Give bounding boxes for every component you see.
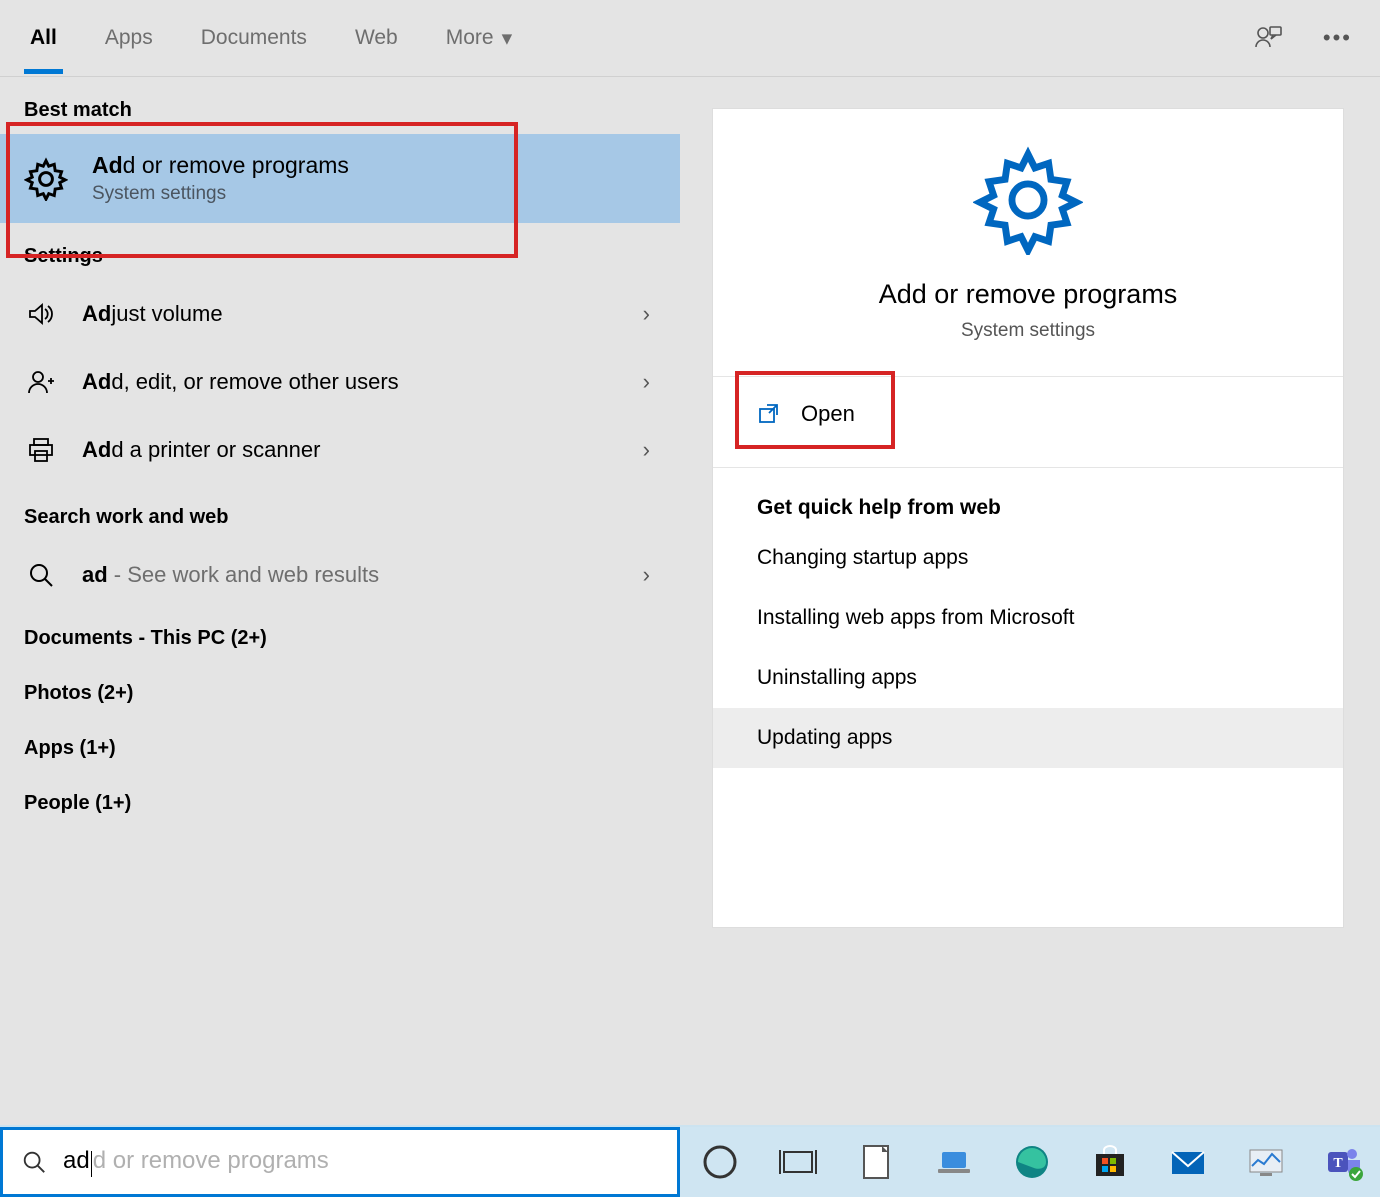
gear-icon-large	[973, 145, 1083, 255]
taskbar-icon-monitor[interactable]	[1246, 1142, 1286, 1182]
chevron-right-icon: ›	[643, 437, 650, 463]
search-text: add or remove programs	[63, 1147, 329, 1177]
results-column: Best match Add or remove programs System…	[0, 77, 680, 1125]
section-search-web: Search work and web	[0, 484, 680, 541]
quick-help-header: Get quick help from web	[757, 496, 1299, 520]
section-apps[interactable]: Apps (1+)	[0, 719, 680, 774]
section-best-match: Best match	[0, 77, 680, 134]
quick-link-updating[interactable]: Updating apps	[713, 708, 1343, 768]
tab-all[interactable]: All	[28, 2, 59, 74]
web-search-row[interactable]: ad - See work and web results ›	[0, 541, 680, 609]
taskbar-icon-libreoffice[interactable]	[856, 1142, 896, 1182]
search-icon	[24, 561, 58, 589]
search-filter-tabbar: All Apps Documents Web More▾ •••	[0, 0, 1380, 77]
chevron-right-icon: ›	[643, 301, 650, 327]
chevron-right-icon: ›	[643, 562, 650, 588]
more-options-icon[interactable]: •••	[1323, 25, 1352, 51]
svg-text:T: T	[1333, 1156, 1343, 1171]
user-add-icon	[24, 367, 58, 397]
detail-title: Add or remove programs	[879, 279, 1178, 310]
volume-icon	[24, 299, 58, 329]
taskbar-icon-teams[interactable]: T	[1324, 1142, 1364, 1182]
search-panel: All Apps Documents Web More▾ ••• Best ma…	[0, 0, 1380, 1125]
open-button[interactable]: Open	[713, 377, 1343, 451]
tab-more[interactable]: More▾	[444, 2, 514, 75]
taskbar-icon-mail[interactable]	[1168, 1142, 1208, 1182]
best-match-title: Add or remove programs	[92, 152, 349, 179]
tab-web[interactable]: Web	[353, 2, 400, 74]
taskbar-icon-cortana[interactable]	[700, 1142, 740, 1182]
section-documents[interactable]: Documents - This PC (2+)	[0, 609, 680, 664]
taskbar-search-box[interactable]: add or remove programs	[0, 1127, 680, 1197]
gear-icon	[24, 157, 68, 201]
setting-printer[interactable]: Add a printer or scanner ›	[0, 416, 680, 484]
best-match-result[interactable]: Add or remove programs System settings	[0, 134, 680, 223]
taskbar-icon-store[interactable]	[1090, 1142, 1130, 1182]
quick-link-startup[interactable]: Changing startup apps	[713, 528, 1343, 588]
chevron-right-icon: ›	[643, 369, 650, 395]
setting-adjust-volume[interactable]: Adjust volume ›	[0, 280, 680, 348]
search-icon	[21, 1149, 47, 1175]
section-people[interactable]: People (1+)	[0, 774, 680, 829]
taskbar-icon-laptop[interactable]	[934, 1142, 974, 1182]
tab-documents[interactable]: Documents	[199, 2, 309, 74]
detail-subtitle: System settings	[961, 320, 1095, 342]
section-settings: Settings	[0, 223, 680, 280]
best-match-subtitle: System settings	[92, 183, 349, 205]
quick-link-webapps[interactable]: Installing web apps from Microsoft	[713, 588, 1343, 648]
open-icon	[757, 402, 781, 426]
chevron-down-icon: ▾	[502, 26, 513, 51]
taskbar-icon-taskview[interactable]	[778, 1142, 818, 1182]
setting-users[interactable]: Add, edit, or remove other users ›	[0, 348, 680, 416]
feedback-icon[interactable]	[1253, 23, 1283, 53]
taskbar-icon-edge[interactable]	[1012, 1142, 1052, 1182]
printer-icon	[24, 435, 58, 465]
tab-apps[interactable]: Apps	[103, 2, 155, 74]
quick-link-uninstall[interactable]: Uninstalling apps	[713, 648, 1343, 708]
detail-pane: Add or remove programs System settings O…	[712, 108, 1344, 928]
section-photos[interactable]: Photos (2+)	[0, 664, 680, 719]
